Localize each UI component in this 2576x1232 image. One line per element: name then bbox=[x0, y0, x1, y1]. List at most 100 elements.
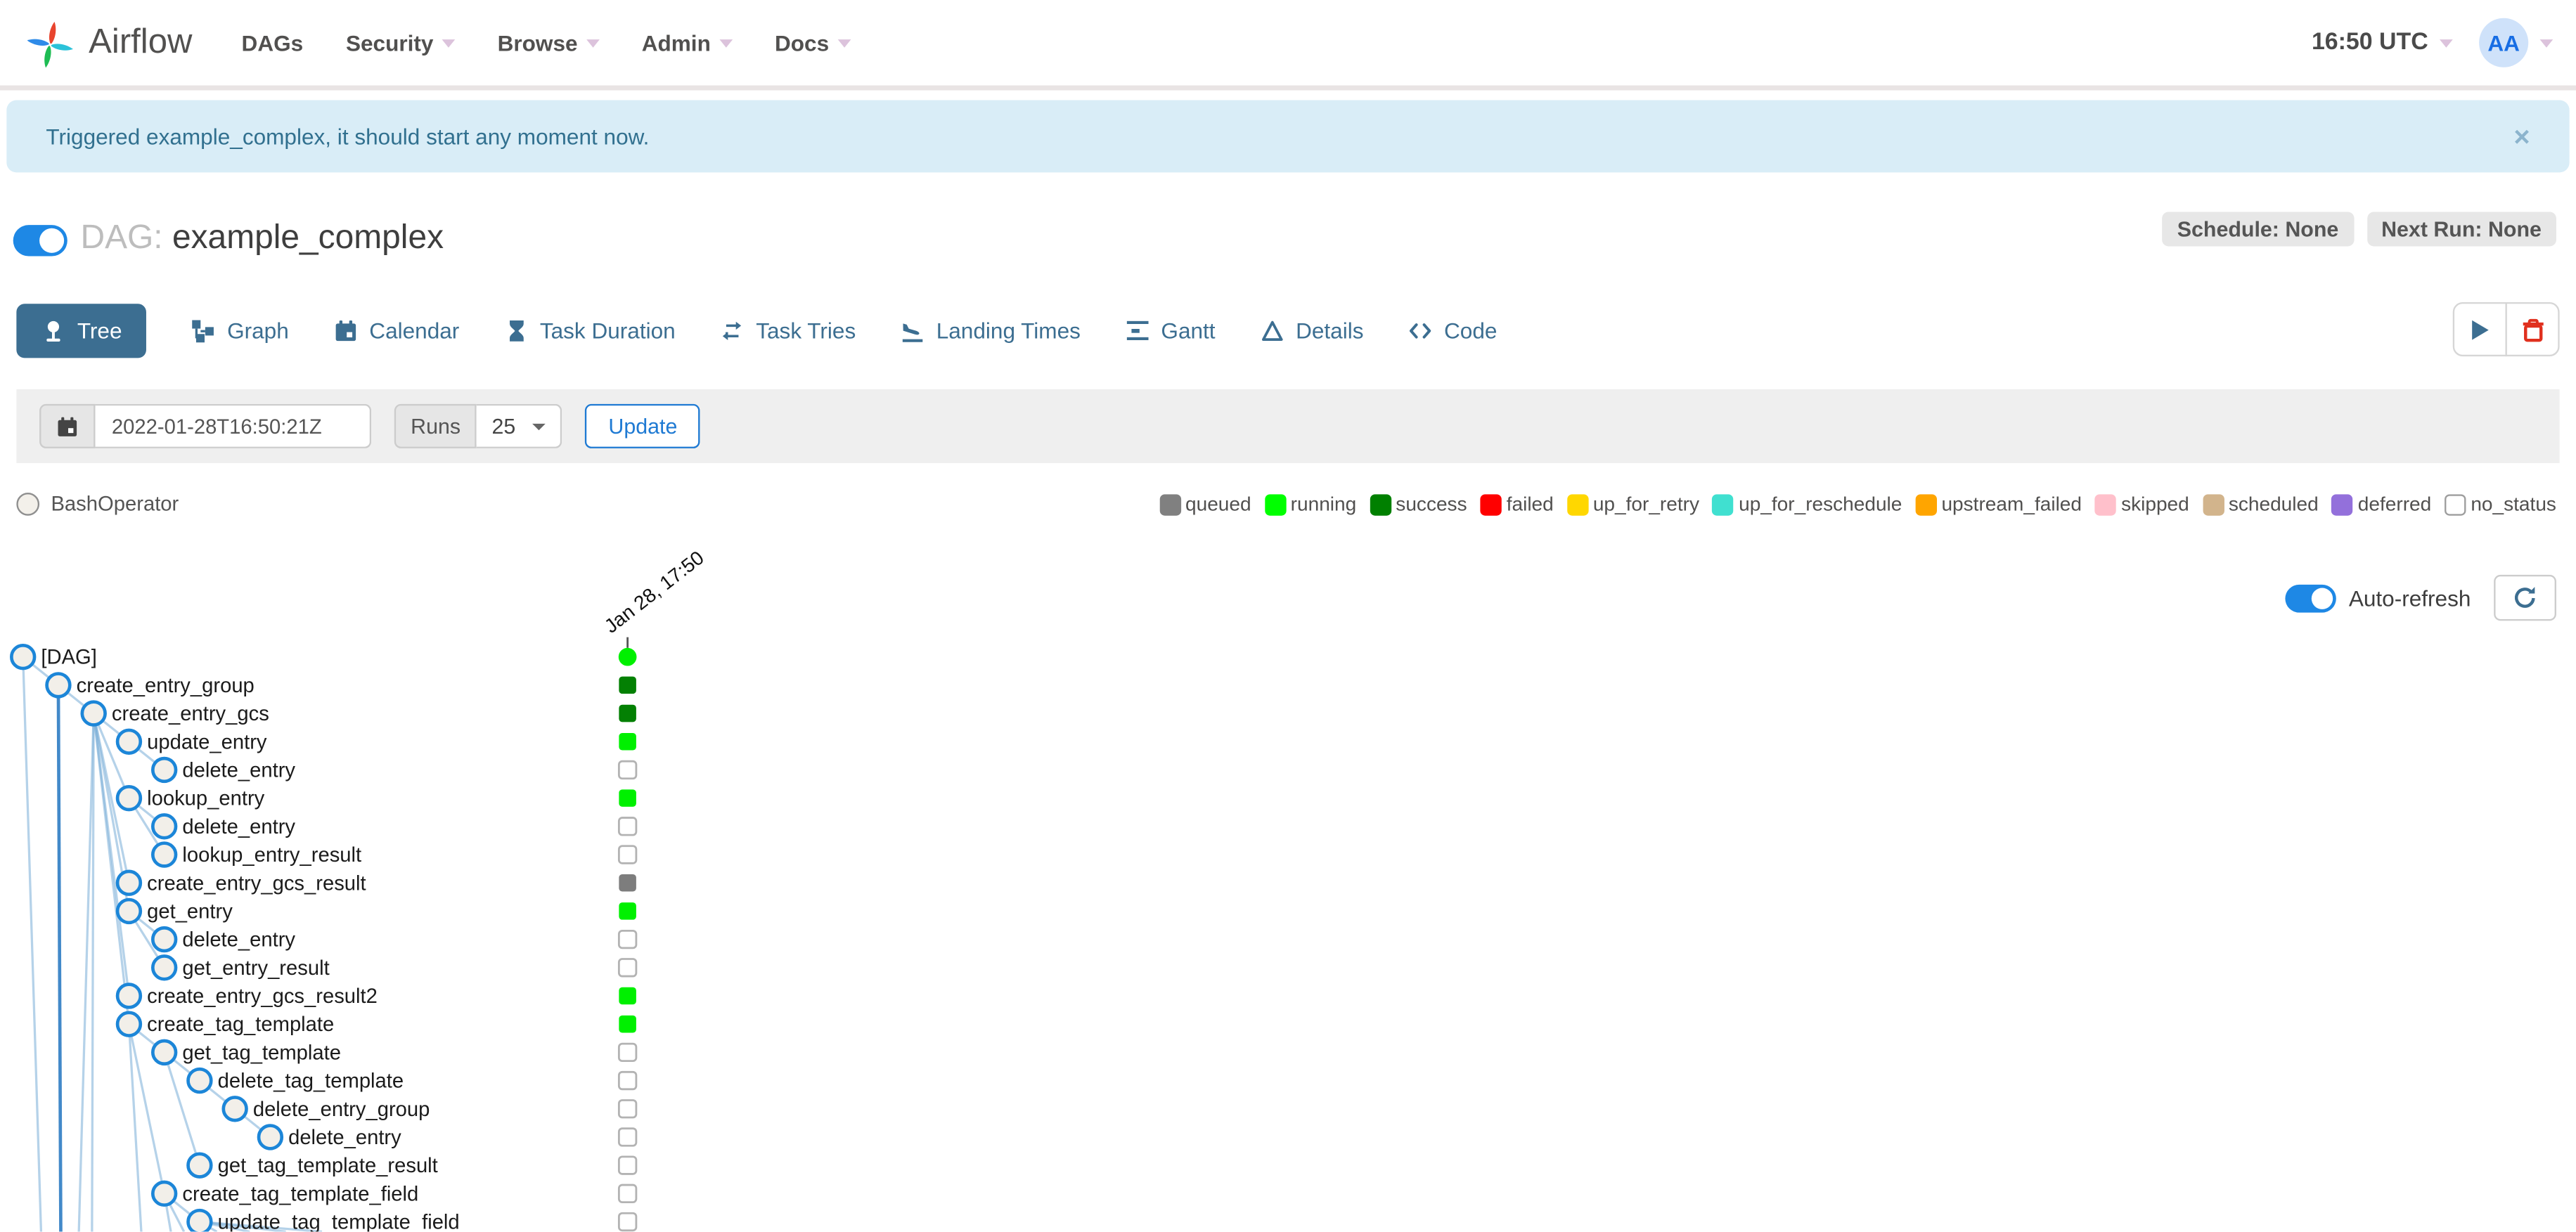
tab-code[interactable]: Code bbox=[1408, 318, 1498, 344]
task-node[interactable] bbox=[150, 841, 178, 868]
task-label[interactable]: get_entry_result bbox=[182, 957, 329, 980]
tree-edge bbox=[56, 685, 63, 1232]
task-status-square[interactable] bbox=[619, 789, 636, 807]
task-status-square[interactable] bbox=[617, 1070, 638, 1091]
task-status-square[interactable] bbox=[617, 845, 638, 864]
task-status-square[interactable] bbox=[619, 732, 636, 751]
task-status-square[interactable] bbox=[617, 1099, 638, 1119]
task-node[interactable] bbox=[150, 813, 178, 840]
legend-swatch bbox=[1159, 493, 1181, 515]
nav-item-admin[interactable]: Admin bbox=[642, 30, 733, 55]
task-node[interactable] bbox=[45, 672, 72, 699]
delete-dag-button[interactable] bbox=[2505, 301, 2560, 357]
user-menu[interactable]: AA bbox=[2479, 18, 2554, 67]
nav-item-security[interactable]: Security bbox=[346, 30, 455, 55]
task-status-square[interactable] bbox=[617, 1042, 638, 1063]
task-label[interactable]: create_entry_gcs_result bbox=[147, 872, 366, 895]
tab-label: Code bbox=[1444, 318, 1498, 344]
task-label[interactable]: create_entry_gcs_result2 bbox=[147, 985, 378, 1008]
task-status-square[interactable] bbox=[617, 1212, 638, 1232]
task-status-square[interactable] bbox=[619, 1015, 636, 1033]
task-label[interactable]: update_tag_template_field bbox=[218, 1212, 460, 1232]
task-label[interactable]: delete_entry_group bbox=[253, 1098, 430, 1121]
task-node[interactable] bbox=[115, 897, 143, 925]
task-label[interactable]: [DAG] bbox=[41, 647, 96, 669]
tab-task-tries[interactable]: Task Tries bbox=[720, 318, 856, 343]
task-label[interactable]: create_tag_template_field bbox=[182, 1183, 418, 1205]
tab-landing-times[interactable]: Landing Times bbox=[900, 318, 1081, 343]
task-node[interactable] bbox=[10, 643, 37, 670]
task-node[interactable] bbox=[115, 1011, 143, 1037]
task-label[interactable]: get_tag_template bbox=[182, 1042, 341, 1064]
legend-swatch bbox=[1264, 493, 1286, 515]
trigger-dag-button[interactable] bbox=[2452, 301, 2507, 357]
task-node[interactable] bbox=[115, 869, 143, 896]
task-node[interactable] bbox=[115, 728, 143, 755]
task-node[interactable] bbox=[150, 1039, 178, 1066]
close-icon[interactable]: × bbox=[2513, 122, 2530, 150]
dag-pause-toggle[interactable] bbox=[13, 225, 67, 257]
task-status-square[interactable] bbox=[619, 987, 636, 1005]
task-node[interactable] bbox=[257, 1124, 284, 1150]
task-node[interactable] bbox=[150, 1180, 178, 1207]
run-date-label[interactable]: Jan 28, 17:50 bbox=[600, 550, 708, 637]
nav-item-dags[interactable]: DAGs bbox=[242, 30, 304, 55]
task-node[interactable] bbox=[186, 1067, 213, 1094]
clock-dropdown[interactable]: 16:50 UTC bbox=[2312, 30, 2453, 56]
base-date-input[interactable] bbox=[95, 403, 372, 448]
brand-title[interactable]: Airflow bbox=[89, 23, 192, 63]
task-node[interactable] bbox=[186, 1208, 213, 1232]
operator-label: BashOperator bbox=[51, 493, 179, 516]
task-status-square[interactable] bbox=[619, 676, 636, 694]
legend-label: no_status bbox=[2471, 493, 2556, 516]
task-status-square[interactable] bbox=[619, 902, 636, 920]
task-label[interactable]: lookup_entry_result bbox=[182, 844, 361, 867]
task-label[interactable]: lookup_entry bbox=[147, 788, 265, 810]
task-node[interactable] bbox=[221, 1096, 248, 1122]
tab-details[interactable]: Details bbox=[1260, 318, 1364, 343]
tab-gantt[interactable]: Gantt bbox=[1125, 318, 1216, 343]
task-node[interactable] bbox=[150, 954, 178, 981]
task-label[interactable]: delete_entry bbox=[182, 760, 295, 782]
dag-label: DAG: bbox=[80, 218, 163, 257]
task-label[interactable]: create_entry_gcs bbox=[112, 703, 269, 725]
task-label[interactable]: delete_tag_template bbox=[218, 1070, 404, 1093]
task-status-square[interactable] bbox=[617, 1127, 638, 1147]
legend-item-deferred: deferred bbox=[2331, 493, 2431, 516]
task-label[interactable]: create_entry_group bbox=[77, 675, 255, 697]
tab-calendar[interactable]: Calendar bbox=[333, 318, 459, 343]
nav-item-docs[interactable]: Docs bbox=[775, 30, 851, 55]
task-status-square[interactable] bbox=[617, 760, 638, 780]
task-label[interactable]: delete_entry bbox=[182, 816, 295, 838]
tab-graph[interactable]: Graph bbox=[191, 318, 289, 343]
task-node[interactable] bbox=[150, 756, 178, 784]
task-status-square[interactable] bbox=[619, 704, 636, 722]
task-node[interactable] bbox=[115, 784, 143, 812]
task-node[interactable] bbox=[150, 926, 178, 953]
task-label[interactable]: delete_entry bbox=[288, 1127, 401, 1149]
task-label[interactable]: create_tag_template bbox=[147, 1013, 334, 1036]
task-label[interactable]: delete_entry bbox=[182, 929, 295, 952]
task-label[interactable]: get_entry bbox=[147, 900, 233, 923]
task-status-square[interactable] bbox=[617, 929, 638, 949]
filter-bar: Runs 25 Update bbox=[16, 389, 2560, 463]
tab-task-duration[interactable]: Task Duration bbox=[503, 318, 676, 343]
task-node[interactable] bbox=[186, 1152, 213, 1179]
task-status-square[interactable] bbox=[617, 817, 638, 836]
legend-label: scheduled bbox=[2228, 493, 2319, 516]
task-label[interactable]: update_entry bbox=[147, 731, 267, 753]
tab-tree[interactable]: Tree bbox=[16, 304, 147, 358]
task-status-square[interactable] bbox=[617, 958, 638, 978]
nav-item-browse[interactable]: Browse bbox=[498, 30, 599, 55]
dag-run-status-circle[interactable] bbox=[618, 647, 637, 666]
update-button[interactable]: Update bbox=[585, 403, 701, 448]
task-node[interactable] bbox=[115, 983, 143, 1009]
task-node[interactable] bbox=[80, 700, 107, 727]
legend-row: BashOperator queued running success failed u… bbox=[16, 493, 2556, 516]
task-status-square[interactable] bbox=[617, 1184, 638, 1204]
task-status-square[interactable] bbox=[617, 1155, 638, 1175]
task-status-square[interactable] bbox=[619, 874, 636, 892]
num-runs-select[interactable]: 25 bbox=[477, 403, 563, 448]
brand[interactable]: Airflow bbox=[23, 15, 192, 70]
task-label[interactable]: get_tag_template_result bbox=[218, 1155, 438, 1177]
